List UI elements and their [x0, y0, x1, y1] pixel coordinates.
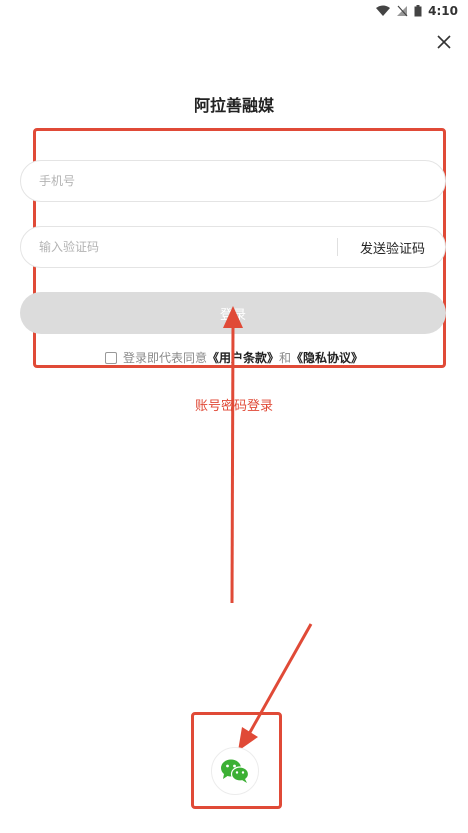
agreement-conjunction: 和: [279, 351, 292, 365]
status-bar: 4:10: [0, 0, 468, 22]
send-code-button[interactable]: 发送验证码: [338, 238, 445, 257]
account-password-login-link[interactable]: 账号密码登录: [0, 395, 468, 414]
battery-icon: [414, 5, 422, 17]
code-input-row: 发送验证码: [20, 226, 446, 268]
agreement-prefix: 登录即代表同意: [122, 351, 207, 365]
wechat-login-button[interactable]: [211, 747, 259, 795]
privacy-link[interactable]: 《隐私协议》: [291, 349, 363, 366]
page-title: 阿拉善融媒: [193, 96, 274, 115]
annotation-arrows: [223, 306, 313, 751]
status-time: 4:10: [428, 4, 458, 18]
phone-input-row: [20, 160, 446, 202]
close-icon: [437, 35, 451, 49]
wechat-icon: [221, 759, 250, 783]
close-button[interactable]: [432, 30, 456, 54]
no-signal-icon: [396, 5, 408, 17]
login-button[interactable]: 登录: [20, 292, 446, 334]
verification-code-input[interactable]: [21, 226, 337, 268]
agreement-checkbox[interactable]: [104, 351, 117, 364]
terms-link[interactable]: 《用户条款》: [207, 349, 279, 366]
agreement-row: 登录即代表同意 《用户条款》 和 《隐私协议》: [0, 349, 468, 366]
wifi-icon: [376, 5, 391, 17]
phone-input[interactable]: [21, 160, 445, 202]
